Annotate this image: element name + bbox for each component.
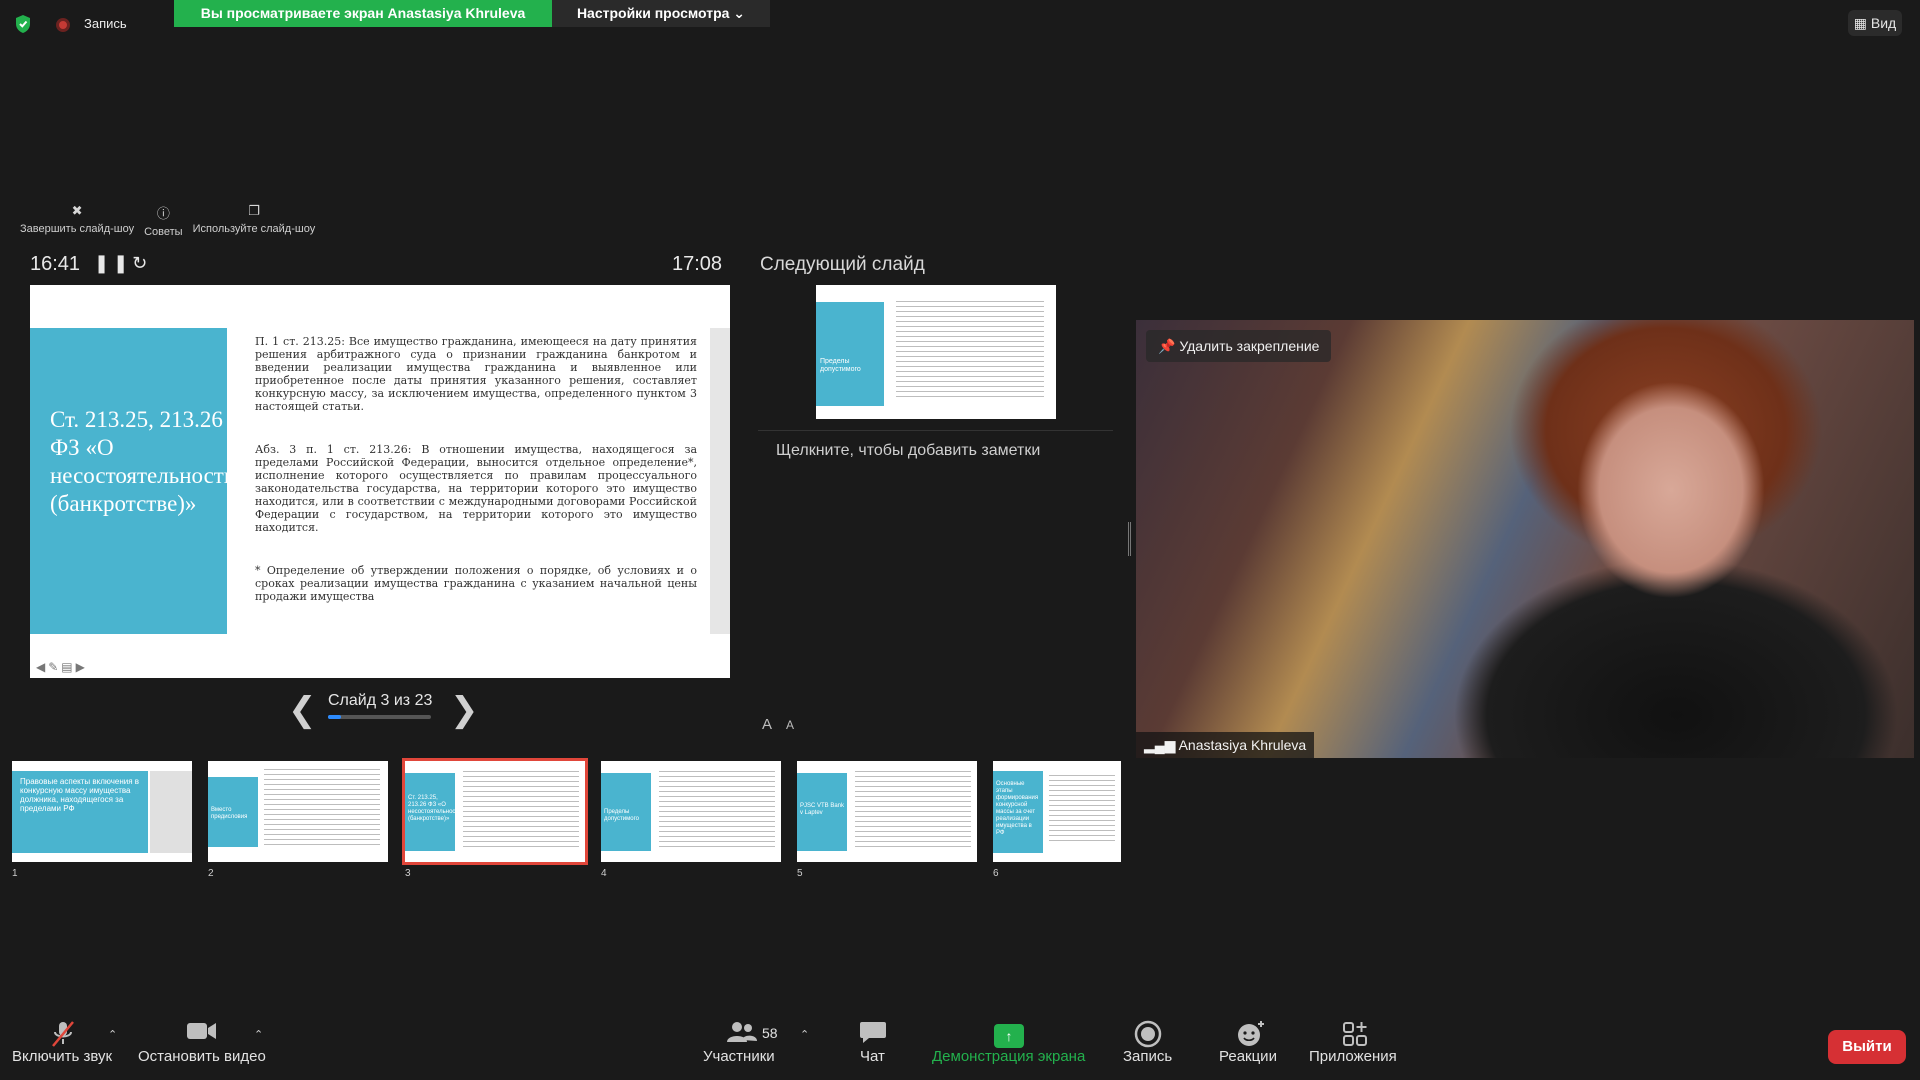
view-options-button[interactable]: Настройки просмотра ⌄: [552, 0, 770, 27]
participants-icon[interactable]: [726, 1020, 758, 1051]
back-arrow-icon[interactable]: ◀: [36, 660, 48, 674]
info-icon: ⓘ: [156, 206, 170, 221]
next-slide-text: [896, 301, 1044, 401]
chat-icon[interactable]: [859, 1020, 887, 1051]
slide-side-bar: [710, 328, 730, 634]
notes-divider: [758, 430, 1113, 431]
unpin-label: Удалить закрепление: [1179, 338, 1320, 354]
thumbnail-number-6: 6: [993, 868, 999, 879]
tips-label: Советы: [144, 226, 183, 238]
thumbnail-text-6: [1049, 775, 1115, 845]
thumbnail-title-1: Правовые аспекты включения в конкурсную …: [12, 771, 148, 853]
slide-progress-fill: [328, 715, 342, 719]
next-slide-title: Пределы допустимого: [816, 302, 884, 406]
slide-thumbnail-3[interactable]: Ст. 213.25, 213.26 ФЗ «О несостоятельнос…: [402, 758, 588, 865]
font-increase-button[interactable]: A: [762, 716, 786, 733]
slide-thumbnail-6[interactable]: Основные этапы формирования конкурсной м…: [993, 761, 1121, 862]
record-label[interactable]: Запись: [1123, 1048, 1172, 1065]
thumbnail-title-5: PJSC VTB Bank v Laptev: [797, 773, 847, 851]
notes-area[interactable]: Щелкните, чтобы добавить заметки: [776, 442, 1040, 460]
current-slide[interactable]: Ст. 213.25, 213.26 ФЗ «О несостоятельнос…: [30, 285, 730, 678]
thumbnail-title-4: Пределы допустимого: [601, 773, 651, 851]
participant-name: Anastasiya Khruleva: [1178, 737, 1307, 753]
view-button[interactable]: ▦ Вид: [1848, 10, 1902, 36]
recording-label[interactable]: Запись: [84, 16, 127, 31]
apps-label[interactable]: Приложения: [1309, 1048, 1397, 1065]
grid-icon: ▦: [1853, 15, 1867, 31]
thumbnail-number-3: 3: [405, 868, 411, 879]
unmute-label[interactable]: Включить звук: [12, 1048, 112, 1065]
unpin-button[interactable]: 📌 Удалить закрепление: [1146, 330, 1332, 362]
elapsed-timer: 16:41: [30, 253, 81, 275]
thumbnail-text-3: [463, 771, 579, 851]
slide-footnote: * Определение об утверждении положения о…: [255, 564, 697, 603]
slide-thumbnail-1[interactable]: Правовые аспекты включения в конкурсную …: [12, 761, 192, 862]
screens-icon: ❐: [248, 203, 260, 218]
thumbnail-text-4: [659, 771, 775, 851]
slide-body: П. 1 ст. 213.25: Все имущество гражданин…: [255, 335, 697, 603]
meeting-toolbar: [0, 1010, 1920, 1080]
thumbnail-number-5: 5: [797, 868, 803, 879]
thumbnail-panel-1: [150, 771, 192, 853]
slide-overlay-controls[interactable]: ◀✎▤▶: [36, 660, 88, 674]
thumbnail-text-2: [264, 769, 380, 849]
video-camera-icon[interactable]: [186, 1020, 218, 1049]
slide-title: Ст. 213.25, 213.26 ФЗ «О несостоятельнос…: [30, 328, 236, 634]
thumbnail-title-3: Ст. 213.25, 213.26 ФЗ «О несостоятельнос…: [405, 773, 462, 851]
participant-name-tag: ▂▄▆ Anastasiya Khruleva: [1136, 732, 1315, 758]
end-slideshow-label: Завершить слайд-шоу: [20, 223, 135, 235]
pause-icon[interactable]: ❚❚: [94, 253, 132, 273]
participant-video[interactable]: 📌 Удалить закрепление ▂▄▆ Anastasiya Khr…: [1136, 320, 1914, 758]
next-slide-heading: Следующий слайд: [760, 254, 925, 275]
signal-icon: ▂▄▆: [1144, 737, 1176, 753]
next-slide-thumbnail[interactable]: Пределы допустимого: [816, 285, 1056, 419]
font-decrease-button[interactable]: A: [786, 718, 808, 732]
use-slideshow-button[interactable]: ❐ Используйте слайд-шоу: [193, 203, 316, 238]
participants-label[interactable]: Участники: [703, 1048, 775, 1065]
thumbnail-number-4: 4: [601, 868, 607, 879]
shield-icon[interactable]: [14, 14, 32, 34]
end-slideshow-button[interactable]: ✖ Завершить слайд-шоу: [20, 203, 134, 238]
slide-progress-bar: [328, 715, 431, 719]
view-button-label: Вид: [1870, 15, 1897, 31]
presenter-toolbar: ✖ Завершить слайд-шоу ⓘ Советы ❐ Использ…: [20, 203, 315, 238]
panel-resize-handle[interactable]: [1128, 522, 1131, 556]
thumbnail-number-2: 2: [208, 868, 214, 879]
thumbnail-text-5: [855, 771, 971, 851]
use-slideshow-label: Используйте слайд-шоу: [192, 223, 316, 235]
pin-icon: 📌: [1158, 338, 1176, 354]
share-screen-label[interactable]: Демонстрация экрана: [932, 1048, 1085, 1065]
chat-label[interactable]: Чат: [860, 1048, 885, 1065]
recording-icon: [56, 18, 70, 32]
forward-arrow-icon[interactable]: ▶: [76, 660, 88, 674]
thumbnail-number-1: 1: [12, 868, 18, 879]
reactions-label[interactable]: Реакции: [1219, 1048, 1277, 1065]
participants-count: 58: [762, 1025, 778, 1041]
timer-controls[interactable]: ❚❚↻: [94, 253, 151, 274]
thumbnail-title-6: Основные этапы формирования конкурсной м…: [993, 771, 1043, 853]
slide-paragraph-2: Абз. 3 п. 1 ст. 213.26: В отношении имущ…: [255, 443, 697, 534]
participants-options-caret[interactable]: ⌃: [800, 1028, 809, 1041]
audio-options-caret[interactable]: ⌃: [108, 1028, 117, 1041]
reset-icon[interactable]: ↻: [132, 253, 151, 273]
screen-share-banner: Вы просматриваете экран Anastasiya Khrul…: [174, 0, 552, 27]
slide-counter: Слайд 3 из 23: [328, 692, 433, 709]
current-time: 17:08: [672, 253, 723, 275]
share-screen-icon[interactable]: ↑: [994, 1024, 1024, 1048]
stop-video-label[interactable]: Остановить видео: [138, 1048, 266, 1065]
slide-thumbnail-5[interactable]: PJSC VTB Bank v Laptev: [797, 761, 977, 862]
font-size-controls[interactable]: AA: [762, 716, 808, 733]
menu-icon[interactable]: ▤: [61, 660, 75, 674]
slide-thumbnail-2[interactable]: Вместо предисловия: [208, 761, 388, 862]
video-options-caret[interactable]: ⌃: [254, 1028, 263, 1041]
close-icon: ✖: [71, 203, 83, 218]
tips-button[interactable]: ⓘ Советы: [144, 203, 182, 238]
previous-slide-button[interactable]: ❮: [288, 690, 317, 730]
next-slide-button[interactable]: ❯: [450, 690, 479, 730]
slide-thumbnail-4[interactable]: Пределы допустимого: [601, 761, 781, 862]
thumbnail-title-2: Вместо предисловия: [208, 777, 258, 847]
slide-paragraph-1: П. 1 ст. 213.25: Все имущество гражданин…: [255, 335, 697, 413]
pen-icon[interactable]: ✎: [48, 660, 61, 674]
leave-meeting-button[interactable]: Выйти: [1828, 1030, 1906, 1064]
